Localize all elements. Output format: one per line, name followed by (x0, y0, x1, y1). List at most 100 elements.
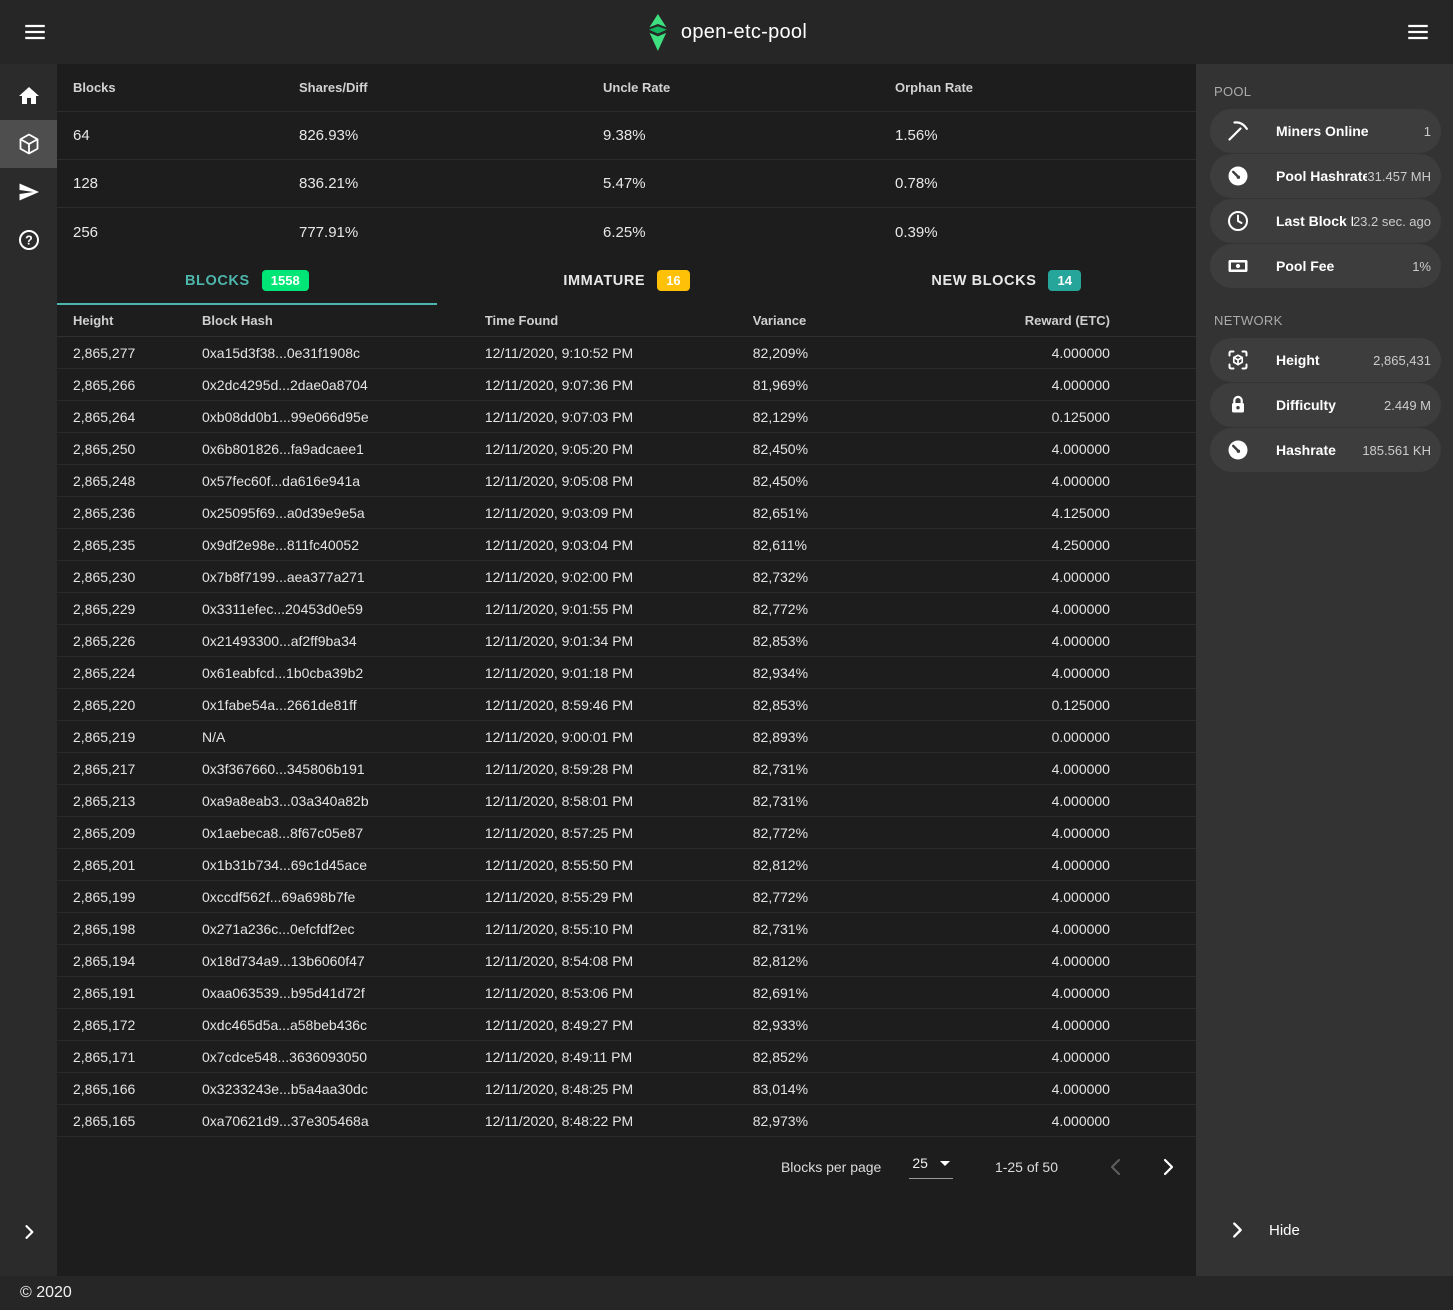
right-sidebar: POOL Miners Online1Pool Hashrate31.457 M… (1196, 64, 1453, 1276)
cell-time: 12/11/2020, 8:48:25 PM (485, 1081, 753, 1097)
luck-cell: 128 (73, 175, 299, 192)
cell-height: 2,865,277 (73, 345, 202, 361)
menu-icon[interactable] (16, 13, 54, 51)
cell-time: 12/11/2020, 9:01:34 PM (485, 633, 753, 649)
stat-value: 2,865,431 (1373, 353, 1431, 368)
cell-reward: 4.000000 (946, 921, 1110, 937)
etc-logo-icon (646, 14, 669, 51)
cell-hash: 0x1fabe54a...2661de81ff (202, 697, 485, 713)
cell-reward: 4.000000 (946, 569, 1110, 585)
cell-hash: 0x61eabfcd...1b0cba39b2 (202, 665, 485, 681)
block-row: 2,865,2500x6b801826...fa9adcaee112/11/20… (57, 433, 1196, 465)
stat-label: Difficulty (1276, 397, 1384, 413)
cell-hash: 0x57fec60f...da616e941a (202, 473, 485, 489)
block-row: 2,865,1990xccdf562f...69a698b7fe12/11/20… (57, 881, 1196, 913)
page-range-label: 1-25 of 50 (995, 1159, 1058, 1175)
svg-text:?: ? (25, 233, 33, 247)
cell-height: 2,865,165 (73, 1113, 202, 1129)
settings-menu-icon[interactable] (1399, 13, 1437, 51)
block-row: 2,865,2360x25095f69...a0d39e9e5a12/11/20… (57, 497, 1196, 529)
footer: © 2020 (0, 1276, 1453, 1310)
blocks-col-header: Height (73, 313, 202, 328)
cell-height: 2,865,229 (73, 601, 202, 617)
cell-hash: 0xaa063539...b95d41d72f (202, 985, 485, 1001)
cell-height: 2,865,220 (73, 697, 202, 713)
cell-time: 12/11/2020, 9:05:20 PM (485, 441, 753, 457)
body-row: ? BlocksShares/DiffUncle RateOrphan Rate… (0, 64, 1453, 1276)
tab-immature[interactable]: IMMATURE16 (437, 256, 817, 305)
cell-height: 2,865,250 (73, 441, 202, 457)
cell-hash: 0x2dc4295d...2dae0a8704 (202, 377, 485, 393)
cell-variance: 82,611% (753, 537, 947, 553)
luck-cell: 64 (73, 127, 299, 144)
rail-expand-toggle[interactable] (0, 1208, 57, 1256)
cell-height: 2,865,230 (73, 569, 202, 585)
cell-reward: 4.000000 (946, 793, 1110, 809)
luck-col-header: Blocks (73, 80, 299, 95)
cell-height: 2,865,166 (73, 1081, 202, 1097)
luck-cell: 1.56% (895, 127, 1180, 144)
app-logo: open-etc-pool (646, 0, 807, 64)
block-row: 2,865,1910xaa063539...b95d41d72f12/11/20… (57, 977, 1196, 1009)
stat-label: Pool Fee (1276, 258, 1412, 274)
cell-hash: 0x3f367660...345806b191 (202, 761, 485, 777)
cell-reward: 0.000000 (946, 729, 1110, 745)
pickaxe-icon (1226, 119, 1250, 143)
rows-per-page-label: Blocks per page (781, 1159, 881, 1175)
cell-time: 12/11/2020, 8:59:46 PM (485, 697, 753, 713)
sidebar-item-blocks[interactable] (0, 120, 57, 168)
tab-blocks[interactable]: BLOCKS1558 (57, 256, 437, 305)
cell-height: 2,865,201 (73, 857, 202, 873)
hamburger-icon (22, 19, 48, 45)
cell-time: 12/11/2020, 9:02:00 PM (485, 569, 753, 585)
hide-sidebar-button[interactable]: Hide (1210, 1208, 1441, 1252)
luck-row: 64826.93%9.38%1.56% (57, 112, 1196, 160)
tab-count-badge: 16 (657, 270, 689, 291)
luck-col-header: Shares/Diff (299, 80, 603, 95)
sidebar-item-payments[interactable] (0, 168, 57, 216)
cell-reward: 4.000000 (946, 953, 1110, 969)
cell-variance: 82,812% (753, 953, 947, 969)
stat-value: 23.2 sec. ago (1353, 214, 1431, 229)
cell-time: 12/11/2020, 9:05:08 PM (485, 473, 753, 489)
cell-time: 12/11/2020, 8:49:27 PM (485, 1017, 753, 1033)
cell-reward: 4.000000 (946, 1017, 1110, 1033)
cell-variance: 82,852% (753, 1049, 947, 1065)
cell-height: 2,865,191 (73, 985, 202, 1001)
tabs-bar: BLOCKS1558IMMATURE16NEW BLOCKS14 (57, 256, 1196, 305)
cell-hash: 0x6b801826...fa9adcaee1 (202, 441, 485, 457)
cell-reward: 4.000000 (946, 1081, 1110, 1097)
page-size-select[interactable]: 25 (909, 1155, 953, 1179)
stat-value: 1 (1424, 124, 1431, 139)
cell-height: 2,865,209 (73, 825, 202, 841)
cell-time: 12/11/2020, 9:07:36 PM (485, 377, 753, 393)
cell-time: 12/11/2020, 9:01:55 PM (485, 601, 753, 617)
tab-new-blocks[interactable]: NEW BLOCKS14 (816, 256, 1196, 305)
cell-time: 12/11/2020, 8:54:08 PM (485, 953, 753, 969)
cell-variance: 82,772% (753, 825, 947, 841)
blocks-col-header: Time Found (485, 313, 753, 328)
blocks-table-header: HeightBlock HashTime FoundVarianceReward… (57, 305, 1196, 337)
next-page-button[interactable] (1156, 1155, 1180, 1179)
sidebar-item-home[interactable] (0, 72, 57, 120)
luck-cell: 0.78% (895, 175, 1180, 192)
cell-variance: 82,853% (753, 633, 947, 649)
cell-height: 2,865,213 (73, 793, 202, 809)
chevron-right-icon (1156, 1155, 1180, 1179)
block-row: 2,865,2350x9df2e98e...811fc4005212/11/20… (57, 529, 1196, 561)
cell-variance: 82,450% (753, 473, 947, 489)
block-row: 2,865,2200x1fabe54a...2661de81ff12/11/20… (57, 689, 1196, 721)
block-row: 2,865,2640xb08dd0b1...99e066d95e12/11/20… (57, 401, 1196, 433)
cell-variance: 82,853% (753, 697, 947, 713)
luck-table: BlocksShares/DiffUncle RateOrphan Rate 6… (57, 64, 1196, 256)
pool-section-title: POOL (1212, 84, 1441, 99)
prev-page-button[interactable] (1104, 1155, 1128, 1179)
cell-variance: 82,772% (753, 889, 947, 905)
pool-stat-row: Pool Fee1% (1210, 244, 1441, 288)
cell-reward: 4.000000 (946, 601, 1110, 617)
cell-reward: 4.000000 (946, 633, 1110, 649)
gauge-icon (1226, 438, 1250, 462)
pool-stats-list: Miners Online1Pool Hashrate31.457 MHLast… (1210, 109, 1441, 289)
cell-variance: 83,014% (753, 1081, 947, 1097)
sidebar-item-help[interactable]: ? (0, 216, 57, 264)
